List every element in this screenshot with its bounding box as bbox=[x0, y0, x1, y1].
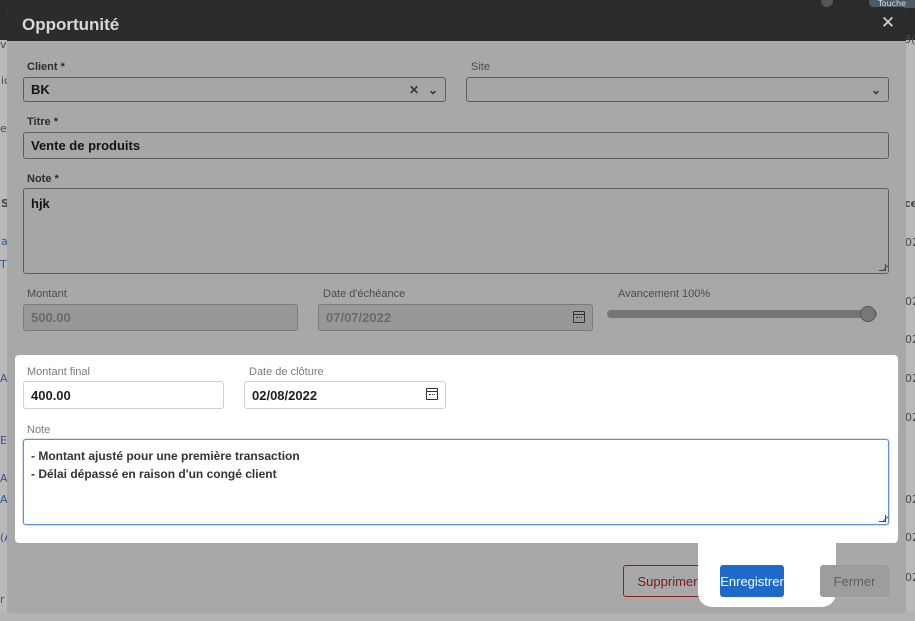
progress-label: Avancement 100% bbox=[618, 288, 711, 300]
amount-value: 500.00 bbox=[31, 310, 71, 325]
close-icon[interactable]: ✕ bbox=[880, 15, 896, 32]
resize-handle-icon[interactable] bbox=[879, 264, 886, 271]
background-fragment: 02 bbox=[905, 333, 915, 346]
background-fragment: T bbox=[0, 258, 7, 271]
background-fragment: 02 bbox=[905, 531, 915, 544]
closing-note-text: - Montant ajusté pour une première trans… bbox=[31, 447, 300, 483]
client-label: Client * bbox=[27, 61, 65, 73]
closing-note-textarea[interactable]: - Montant ajusté pour une première trans… bbox=[23, 439, 889, 525]
modal-title: Opportunité bbox=[22, 15, 120, 34]
close-date-label: Date de clôture bbox=[249, 366, 324, 378]
background-bottom-strip bbox=[0, 612, 915, 621]
close-button[interactable]: Fermer bbox=[820, 565, 889, 597]
resize-handle-icon[interactable] bbox=[879, 515, 886, 522]
closing-section: Montant final 400.00 Date de clôture 02/… bbox=[15, 355, 898, 543]
final-amount-label: Montant final bbox=[27, 366, 90, 378]
background-fragment: 02 bbox=[905, 295, 915, 308]
close-date-value: 02/08/2022 bbox=[252, 387, 318, 403]
background-fragment: 02 bbox=[905, 236, 915, 249]
closing-note-label: Note bbox=[27, 424, 51, 436]
save-button[interactable]: Enregistrer bbox=[720, 565, 784, 597]
close-date-input[interactable]: 02/08/2022 bbox=[244, 381, 446, 409]
amount-label: Montant bbox=[27, 288, 67, 300]
closing-note-line: - Délai dépassé en raison d'un congé cli… bbox=[31, 467, 277, 481]
note-label: Note * bbox=[27, 173, 59, 185]
background-fragment: r bbox=[0, 593, 5, 606]
final-amount-input[interactable]: 400.00 bbox=[23, 381, 224, 409]
progress-slider-track[interactable] bbox=[607, 310, 877, 318]
chevron-down-icon[interactable]: ⌄ bbox=[428, 83, 438, 97]
background-fragment: v bbox=[0, 38, 7, 51]
closing-note-line: - Montant ajusté pour une première trans… bbox=[31, 449, 300, 463]
due-date-input[interactable]: 07/07/2022 bbox=[318, 304, 593, 331]
amount-input[interactable]: 500.00 bbox=[23, 304, 298, 331]
client-value: BK bbox=[31, 82, 50, 97]
title-label: Titre * bbox=[27, 116, 58, 128]
calendar-icon[interactable] bbox=[426, 388, 438, 400]
modal-header: Opportunité ✕ bbox=[7, 7, 906, 41]
background-fragment: E bbox=[0, 434, 7, 447]
final-amount-value: 400.00 bbox=[31, 387, 71, 403]
due-date-label: Date d'échéance bbox=[323, 288, 406, 300]
background-fragment: 02 bbox=[905, 411, 915, 424]
progress-slider-handle[interactable] bbox=[860, 306, 876, 322]
due-date-value: 07/07/2022 bbox=[326, 310, 392, 325]
background-fragment: 02 bbox=[905, 493, 915, 506]
title-value: Vente de produits bbox=[31, 138, 141, 153]
calendar-icon[interactable] bbox=[573, 311, 585, 323]
title-input[interactable]: Vente de produits bbox=[23, 132, 889, 159]
background-fragment: 02 bbox=[905, 571, 915, 584]
note-value: hjk bbox=[31, 196, 50, 211]
note-textarea[interactable]: hjk bbox=[23, 188, 889, 274]
background-fragment: 02 bbox=[905, 372, 915, 385]
client-select[interactable]: BK ✕ ⌄ bbox=[23, 77, 446, 102]
chevron-down-icon[interactable]: ⌄ bbox=[871, 83, 881, 97]
site-select[interactable]: ⌄ bbox=[466, 77, 889, 102]
clear-icon[interactable]: ✕ bbox=[409, 83, 419, 97]
site-label: Site bbox=[471, 61, 490, 73]
